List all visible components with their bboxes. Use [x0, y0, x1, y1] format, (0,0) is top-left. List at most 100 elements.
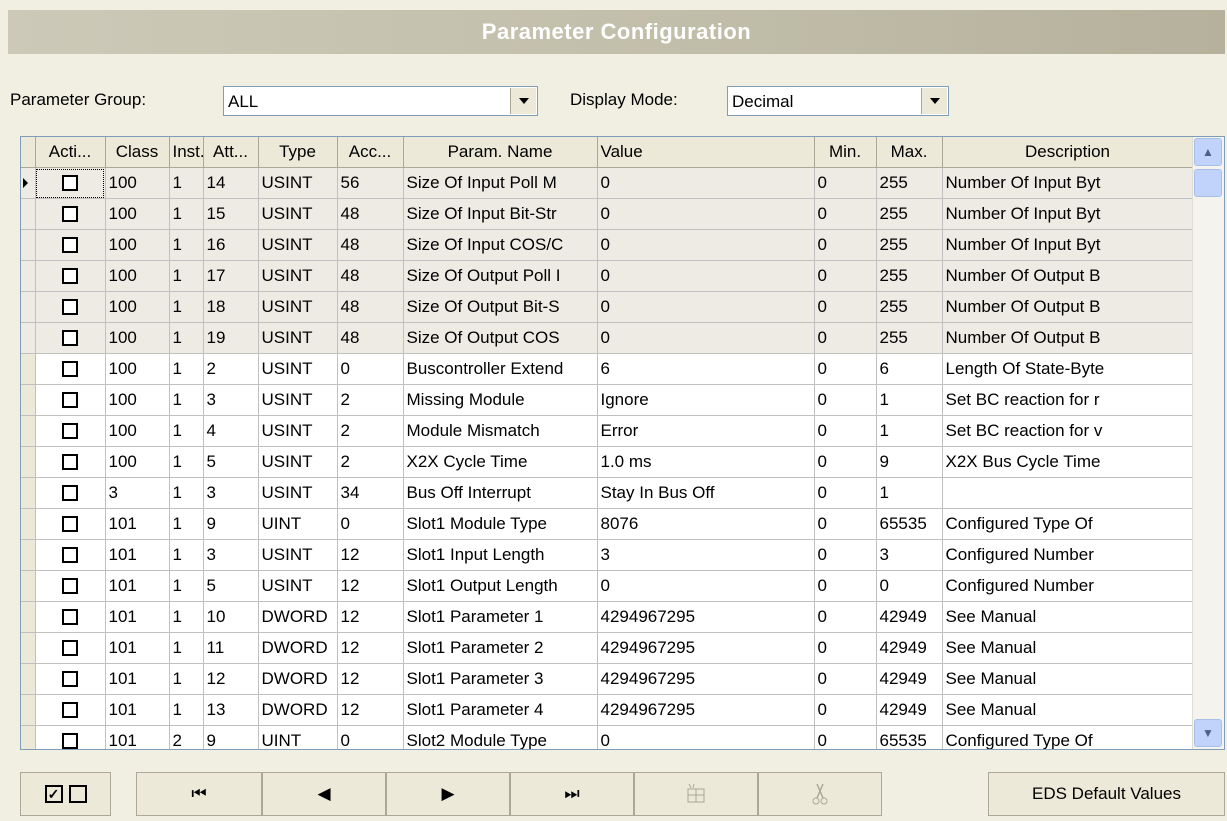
cell-instance[interactable]: 1: [169, 663, 204, 695]
row-indicator[interactable]: [21, 322, 36, 354]
cell-access[interactable]: 0: [337, 353, 404, 385]
row-indicator[interactable]: [21, 198, 36, 230]
active-checkbox[interactable]: [62, 454, 78, 470]
cell-instance[interactable]: 1: [169, 508, 204, 540]
cell-access[interactable]: 12: [337, 601, 404, 633]
cell-active[interactable]: [35, 384, 106, 416]
vertical-scrollbar[interactable]: ▲ ▼: [1192, 137, 1224, 749]
cell-class[interactable]: 100: [105, 198, 170, 230]
cell-description[interactable]: Number Of Input Byt: [942, 167, 1194, 199]
cell-min[interactable]: 0: [814, 694, 877, 726]
cell-description[interactable]: Configured Type Of: [942, 508, 1194, 540]
cell-instance[interactable]: 1: [169, 415, 204, 447]
active-checkbox[interactable]: [62, 733, 78, 749]
cell-instance[interactable]: 1: [169, 446, 204, 478]
cell-value[interactable]: 1.0 ms: [597, 446, 815, 478]
cell-type[interactable]: USINT: [258, 384, 338, 416]
cell-value[interactable]: 0: [597, 260, 815, 292]
column-header-class[interactable]: Class: [105, 137, 170, 168]
active-checkbox[interactable]: [62, 330, 78, 346]
cell-description[interactable]: See Manual: [942, 663, 1194, 695]
cell-class[interactable]: 101: [105, 539, 170, 571]
cell-param-name[interactable]: Slot1 Parameter 4: [403, 694, 598, 726]
cell-active[interactable]: [35, 694, 106, 726]
cell-attribute[interactable]: 15: [203, 198, 259, 230]
cell-attribute[interactable]: 16: [203, 229, 259, 261]
cell-min[interactable]: 0: [814, 725, 877, 749]
cell-active[interactable]: [35, 508, 106, 540]
cell-instance[interactable]: 1: [169, 291, 204, 323]
cell-attribute[interactable]: 17: [203, 260, 259, 292]
cell-class[interactable]: 100: [105, 291, 170, 323]
active-checkbox[interactable]: [62, 175, 78, 191]
cell-attribute[interactable]: 12: [203, 663, 259, 695]
toggle-all-button[interactable]: ✓: [20, 772, 111, 816]
cell-instance[interactable]: 1: [169, 198, 204, 230]
last-record-button[interactable]: ⏭: [510, 772, 634, 816]
table-row[interactable]: 100 1 18 USINT 48 Size Of Output Bit-S 0 0 255 Nu…: [21, 291, 1194, 323]
table-row[interactable]: 101 1 11 DWORD 12 Slot1 Parameter 2 4294967295…: [21, 632, 1194, 664]
row-indicator[interactable]: [21, 570, 36, 602]
cell-param-name[interactable]: Slot1 Input Length: [403, 539, 598, 571]
cell-type[interactable]: USINT: [258, 539, 338, 571]
cell-description[interactable]: X2X Bus Cycle Time: [942, 446, 1194, 478]
cell-value[interactable]: 0: [597, 229, 815, 261]
cell-active[interactable]: [35, 415, 106, 447]
cell-active[interactable]: [35, 725, 106, 749]
cell-value[interactable]: 0: [597, 570, 815, 602]
row-indicator[interactable]: [21, 229, 36, 261]
cell-min[interactable]: 0: [814, 322, 877, 354]
cell-max[interactable]: 6: [876, 353, 943, 385]
cell-class[interactable]: 101: [105, 663, 170, 695]
table-row[interactable]: 101 1 9 UINT 0 Slot1 Module Type 8076 0 65535 Con…: [21, 508, 1194, 540]
cell-min[interactable]: 0: [814, 198, 877, 230]
cell-active[interactable]: [35, 570, 106, 602]
column-header-value[interactable]: Value: [597, 137, 815, 168]
cell-value[interactable]: 4294967295: [597, 694, 815, 726]
cell-max[interactable]: 255: [876, 198, 943, 230]
cell-type[interactable]: USINT: [258, 477, 338, 509]
active-checkbox[interactable]: [62, 516, 78, 532]
cell-instance[interactable]: 1: [169, 601, 204, 633]
cell-max[interactable]: 0: [876, 570, 943, 602]
cell-min[interactable]: 0: [814, 446, 877, 478]
cell-class[interactable]: 101: [105, 601, 170, 633]
cell-max[interactable]: 255: [876, 229, 943, 261]
cell-max[interactable]: 42949: [876, 694, 943, 726]
cell-attribute[interactable]: 4: [203, 415, 259, 447]
cell-attribute[interactable]: 13: [203, 694, 259, 726]
cell-class[interactable]: 101: [105, 632, 170, 664]
chevron-down-icon[interactable]: [510, 88, 536, 114]
cell-attribute[interactable]: 3: [203, 539, 259, 571]
row-indicator[interactable]: [21, 291, 36, 323]
cell-type[interactable]: USINT: [258, 322, 338, 354]
cell-attribute[interactable]: 5: [203, 570, 259, 602]
cell-instance[interactable]: 1: [169, 477, 204, 509]
cell-type[interactable]: USINT: [258, 167, 338, 199]
cell-access[interactable]: 48: [337, 260, 404, 292]
cell-active[interactable]: [35, 260, 106, 292]
cell-access[interactable]: 56: [337, 167, 404, 199]
table-row[interactable]: 100 1 5 USINT 2 X2X Cycle Time 1.0 ms 0 9 X2X Bus…: [21, 446, 1194, 478]
cell-access[interactable]: 48: [337, 229, 404, 261]
insert-record-button[interactable]: [634, 772, 758, 816]
active-checkbox[interactable]: [62, 485, 78, 501]
cell-description[interactable]: Number Of Input Byt: [942, 229, 1194, 261]
active-checkbox[interactable]: [62, 578, 78, 594]
active-checkbox[interactable]: [62, 547, 78, 563]
cell-value[interactable]: Ignore: [597, 384, 815, 416]
cell-access[interactable]: 12: [337, 694, 404, 726]
cell-param-name[interactable]: Size Of Output COS: [403, 322, 598, 354]
cell-access[interactable]: 12: [337, 570, 404, 602]
cell-param-name[interactable]: X2X Cycle Time: [403, 446, 598, 478]
scroll-down-button[interactable]: ▼: [1194, 719, 1222, 747]
cell-max[interactable]: 42949: [876, 663, 943, 695]
column-header-attribute[interactable]: Att...: [203, 137, 259, 168]
table-row[interactable]: 100 1 14 USINT 56 Size Of Input Poll M 0 0 255 Nu…: [21, 167, 1194, 199]
cell-attribute[interactable]: 19: [203, 322, 259, 354]
row-indicator[interactable]: [21, 508, 36, 540]
cell-class[interactable]: 100: [105, 353, 170, 385]
cell-param-name[interactable]: Module Mismatch: [403, 415, 598, 447]
cell-description[interactable]: Set BC reaction for r: [942, 384, 1194, 416]
cell-min[interactable]: 0: [814, 508, 877, 540]
